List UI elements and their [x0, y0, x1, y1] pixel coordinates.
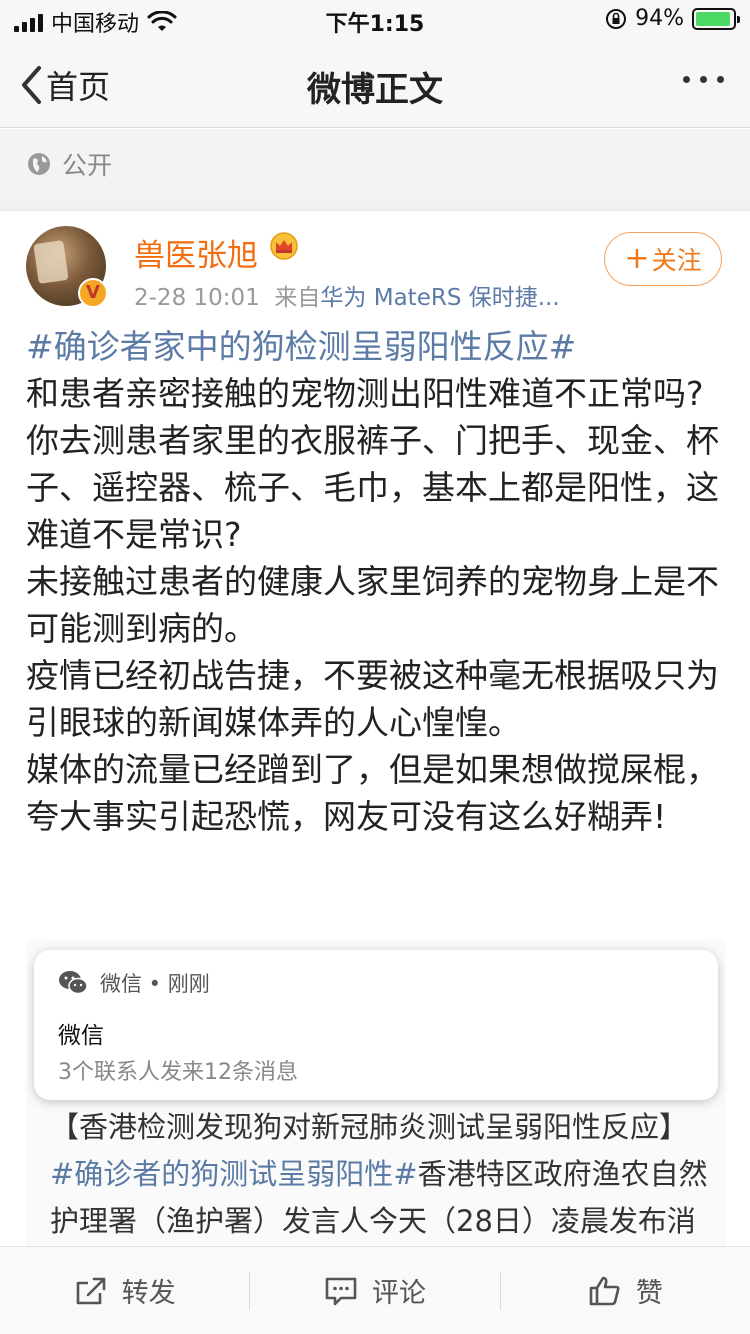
status-right: 94%: [605, 6, 740, 31]
source-prefix: 来自: [274, 285, 321, 311]
post-paragraph: 未接触过患者的健康人家里饲养的宠物身上是不可能测到病的。: [26, 562, 719, 648]
post-source[interactable]: 华为 MateRS 保时捷...: [320, 285, 559, 311]
repost-body[interactable]: 【香港检测发现狗对新冠肺炎测试呈弱阳性反应】 #确诊者的狗测试呈弱阳性#香港特区…: [50, 1104, 720, 1249]
post-paragraph: 媒体的流量已经蹭到了，但是如果想做搅屎棍，夸大事实引起恐慌，网友可没有这么好糊弄…: [26, 750, 719, 836]
orientation-lock-icon: [606, 8, 627, 29]
follow-label: 关注: [651, 246, 702, 275]
notification-banner[interactable]: 微信 • 刚刚 微信 3个联系人发来12条消息: [34, 950, 718, 1100]
comment-button[interactable]: 评论: [250, 1247, 499, 1334]
battery-percent: 94%: [635, 6, 684, 31]
thumbs-up-icon: [589, 1276, 620, 1305]
repost-label: 转发: [121, 1278, 176, 1309]
notification-title: 微信: [58, 1023, 104, 1049]
action-bar: 转发 评论 赞: [0, 1246, 750, 1334]
post-paragraph: 疫情已经初战告捷，不要被这种毫无根据吸只为引眼球的新闻媒体弄的人心惶惶。: [26, 656, 719, 742]
share-icon: [76, 1277, 105, 1304]
notification-header: 微信 • 刚刚: [58, 968, 210, 998]
visibility-bar: 公开: [0, 129, 750, 199]
notification-app: 微信 • 刚刚: [100, 972, 210, 996]
page-title: 微博正文: [307, 70, 443, 110]
globe-icon: [28, 153, 50, 175]
repost-hashtag[interactable]: #确诊者的狗测试呈弱阳性#: [50, 1157, 418, 1191]
plus-icon: +: [624, 241, 650, 276]
avatar[interactable]: V: [26, 226, 108, 308]
like-label: 赞: [635, 1278, 663, 1309]
comment-label: 评论: [371, 1278, 426, 1309]
post-date: 2-28 10:01: [134, 285, 260, 311]
more-options-icon[interactable]: [683, 76, 724, 83]
crown-icon[interactable]: [268, 232, 300, 260]
post-hashtag[interactable]: #确诊者家中的狗检测呈弱阳性反应#: [26, 323, 726, 370]
post-meta: 2-28 10:01 来自华为 MateRS 保时捷...: [134, 278, 560, 312]
like-button[interactable]: 赞: [501, 1247, 750, 1334]
section-divider: [0, 199, 750, 211]
wechat-icon: [59, 971, 88, 995]
author-name[interactable]: 兽医张旭: [134, 230, 258, 275]
battery-icon: [692, 7, 740, 30]
post-body: #确诊者家中的狗检测呈弱阳性反应# 和患者亲密接触的宠物测出阳性难道不正常吗? …: [26, 323, 726, 840]
repost-content: #确诊者的狗测试呈弱阳性#香港特区政府渔农自然护理署（渔护署）发言人今天（28日…: [50, 1151, 720, 1249]
status-bar: 中国移动 下午1:15 94%: [0, 0, 750, 40]
repost-button[interactable]: 转发: [0, 1247, 249, 1334]
battery-level: [696, 11, 730, 26]
repost-headline: 【香港检测发现狗对新冠肺炎测试呈弱阳性反应】: [50, 1110, 689, 1144]
notification-text: 3个联系人发来12条消息: [58, 1060, 298, 1085]
verified-badge: V: [78, 278, 108, 308]
post-paragraph: 你去测患者家里的衣服裤子、门把手、现金、杯子、遥控器、梳子、毛巾，基本上都是阳性…: [26, 421, 719, 554]
comment-icon: [325, 1277, 357, 1305]
follow-button[interactable]: + 关注: [604, 232, 722, 286]
visibility-label: 公开: [62, 151, 113, 180]
post-paragraph: 和患者亲密接触的宠物测出阳性难道不正常吗?: [26, 374, 704, 413]
nav-bar: 首页 微博正文: [0, 40, 750, 128]
